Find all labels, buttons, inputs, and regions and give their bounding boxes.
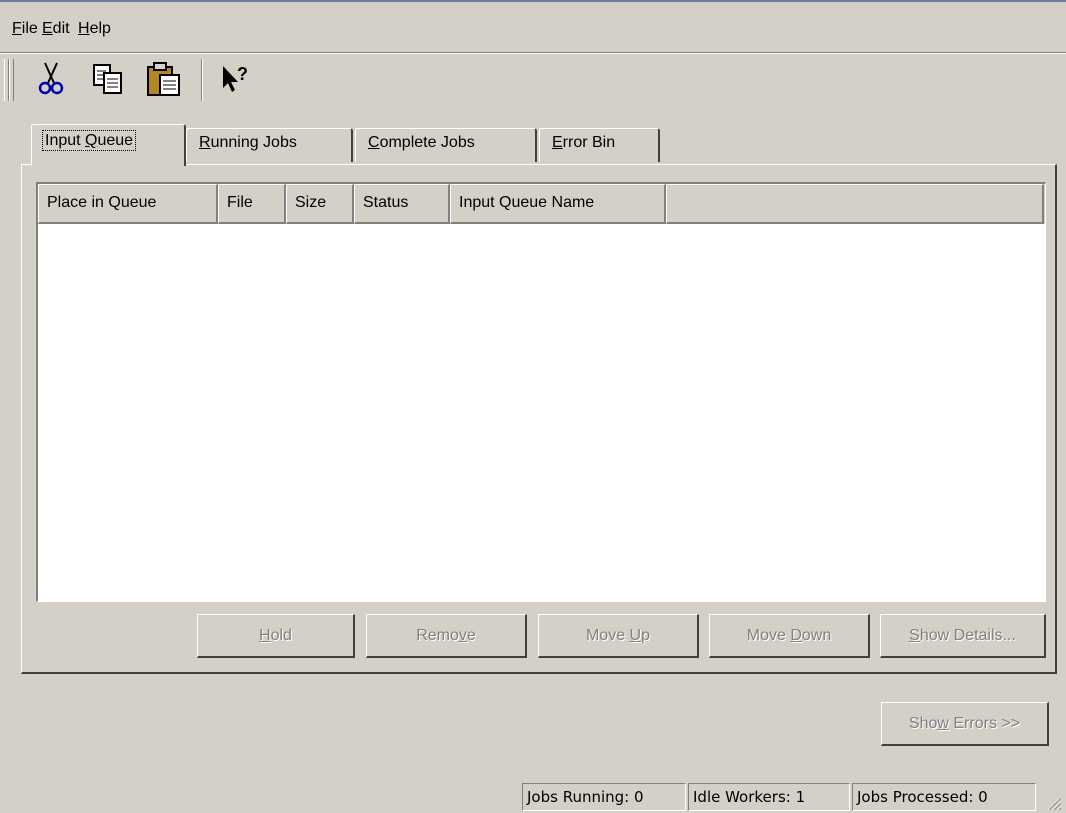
whats-this-button[interactable]: ? [218,59,254,99]
toolbar-grip[interactable] [9,59,14,101]
scissors-icon [38,62,64,95]
menu-separator [0,52,1066,54]
tab-running-jobs[interactable]: Running Jobs [186,128,353,162]
toolbar: ? [0,55,1066,109]
show-errors-button[interactable]: Show Errors >> [881,702,1049,746]
column-header-place-in-queue[interactable]: Place in Queue [38,184,218,224]
tab-complete-jobs[interactable]: Complete Jobs [355,128,537,162]
menu-help[interactable]: Help [78,20,111,38]
input-queue-list[interactable]: Place in Queue File Size Status Input Qu… [36,182,1046,602]
copy-icon [93,64,122,94]
tab-input-queue[interactable]: Input Queue [31,124,186,166]
hold-button[interactable]: Hold [197,614,355,658]
remove-button[interactable]: Remove [366,614,527,658]
svg-text:?: ? [237,64,248,84]
column-header-status[interactable]: Status [354,184,450,224]
show-details-button[interactable]: Show Details... [880,614,1046,658]
paste-button[interactable] [146,59,182,99]
cut-button[interactable] [33,59,69,99]
column-header-size[interactable]: Size [286,184,354,224]
column-header-input-queue-name[interactable]: Input Queue Name [450,184,666,224]
status-jobs-running: Jobs Running: 0 [522,783,686,811]
list-body[interactable] [38,224,1045,601]
clipboard-icon [147,62,180,96]
column-header-empty [666,184,1044,224]
window-top-border [0,0,1066,2]
menu-edit[interactable]: Edit [42,20,70,38]
menu-file[interactable]: File [12,20,38,38]
status-idle-workers: Idle Workers: 1 [688,783,850,811]
menu-bar: File Edit Help [0,14,1066,46]
move-down-button[interactable]: Move Down [709,614,870,658]
list-header: Place in Queue File Size Status Input Qu… [38,184,1045,224]
copy-button[interactable] [90,59,126,99]
status-jobs-processed: Jobs Processed: 0 [852,783,1036,811]
whats-this-help-icon: ? [223,64,248,92]
resize-grip-icon[interactable] [1042,791,1062,811]
move-up-button[interactable]: Move Up [538,614,699,658]
column-header-file[interactable]: File [218,184,286,224]
toolbar-separator [201,59,203,101]
tab-error-bin[interactable]: Error Bin [539,128,660,162]
